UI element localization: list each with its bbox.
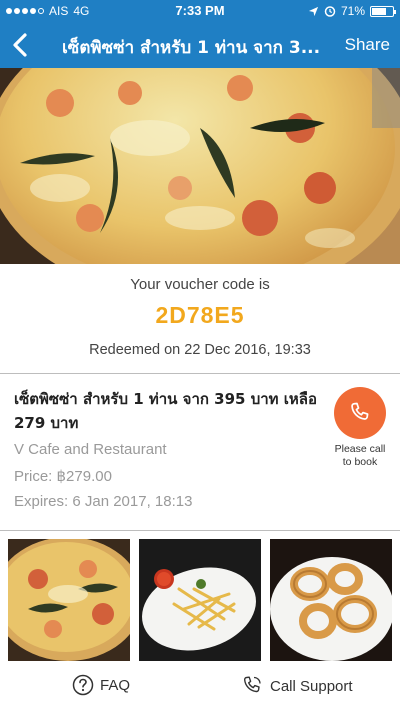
divider xyxy=(0,373,400,374)
nav-bar: เซ็ตพิซซ่า สำหรับ 1 ท่าน จาก 3... Share xyxy=(0,22,400,68)
page-title: เซ็ตพิซซ่า สำหรับ 1 ท่าน จาก 3... xyxy=(62,38,321,58)
voucher-section: Your voucher code is 2D78E5 Redeemed on … xyxy=(0,264,400,374)
call-support-link[interactable]: Call Support xyxy=(240,674,353,698)
deal-section: เซ็ตพิซซ่า สำหรับ 1 ท่าน จาก 395 บาท เหล… xyxy=(0,375,400,530)
share-button[interactable]: Share xyxy=(345,35,390,55)
call-label: Please call to book xyxy=(334,443,386,468)
status-bar: AIS 4G 7:33 PM 71% xyxy=(0,0,400,22)
call-to-book: Please call to book xyxy=(332,387,388,469)
voucher-code: 2D78E5 xyxy=(155,302,245,328)
divider xyxy=(0,530,400,531)
phone-icon xyxy=(351,402,369,420)
deal-title: เซ็ตพิซซ่า สำหรับ 1 ท่าน จาก 395 บาท เหล… xyxy=(14,390,317,432)
question-circle-icon xyxy=(72,674,94,696)
pizza-thumbnail[interactable] xyxy=(8,539,130,661)
alarm-icon xyxy=(324,6,336,17)
phone-support-icon xyxy=(243,676,261,693)
back-button[interactable] xyxy=(8,31,34,59)
expiry-date: Expires: 6 Jan 2017, 18:13 xyxy=(14,493,193,510)
onion-rings-thumbnail[interactable] xyxy=(270,539,392,661)
faq-link[interactable]: FAQ xyxy=(72,674,130,696)
merchant-name[interactable]: V Cafe and Restaurant xyxy=(14,441,167,458)
battery-percent: 71% xyxy=(340,4,365,18)
location-icon xyxy=(308,6,319,16)
call-support-label: Call Support xyxy=(270,677,353,695)
status-right: 71% xyxy=(308,4,396,18)
call-button[interactable] xyxy=(334,387,386,439)
faq-label: FAQ xyxy=(100,676,131,694)
photo-gallery xyxy=(0,539,400,661)
redeemed-date: Redeemed on 22 Dec 2016, 19:33 xyxy=(89,342,311,358)
pizza-photo xyxy=(0,68,400,264)
voucher-label: Your voucher code is xyxy=(130,276,270,293)
footer: FAQ Call Support xyxy=(0,668,400,708)
deal-price: Price: ฿279.00 xyxy=(14,468,112,485)
chevron-left-icon xyxy=(13,33,27,57)
battery-icon xyxy=(370,5,396,17)
hero-image xyxy=(0,68,400,264)
french-fries-thumbnail[interactable] xyxy=(139,539,261,661)
